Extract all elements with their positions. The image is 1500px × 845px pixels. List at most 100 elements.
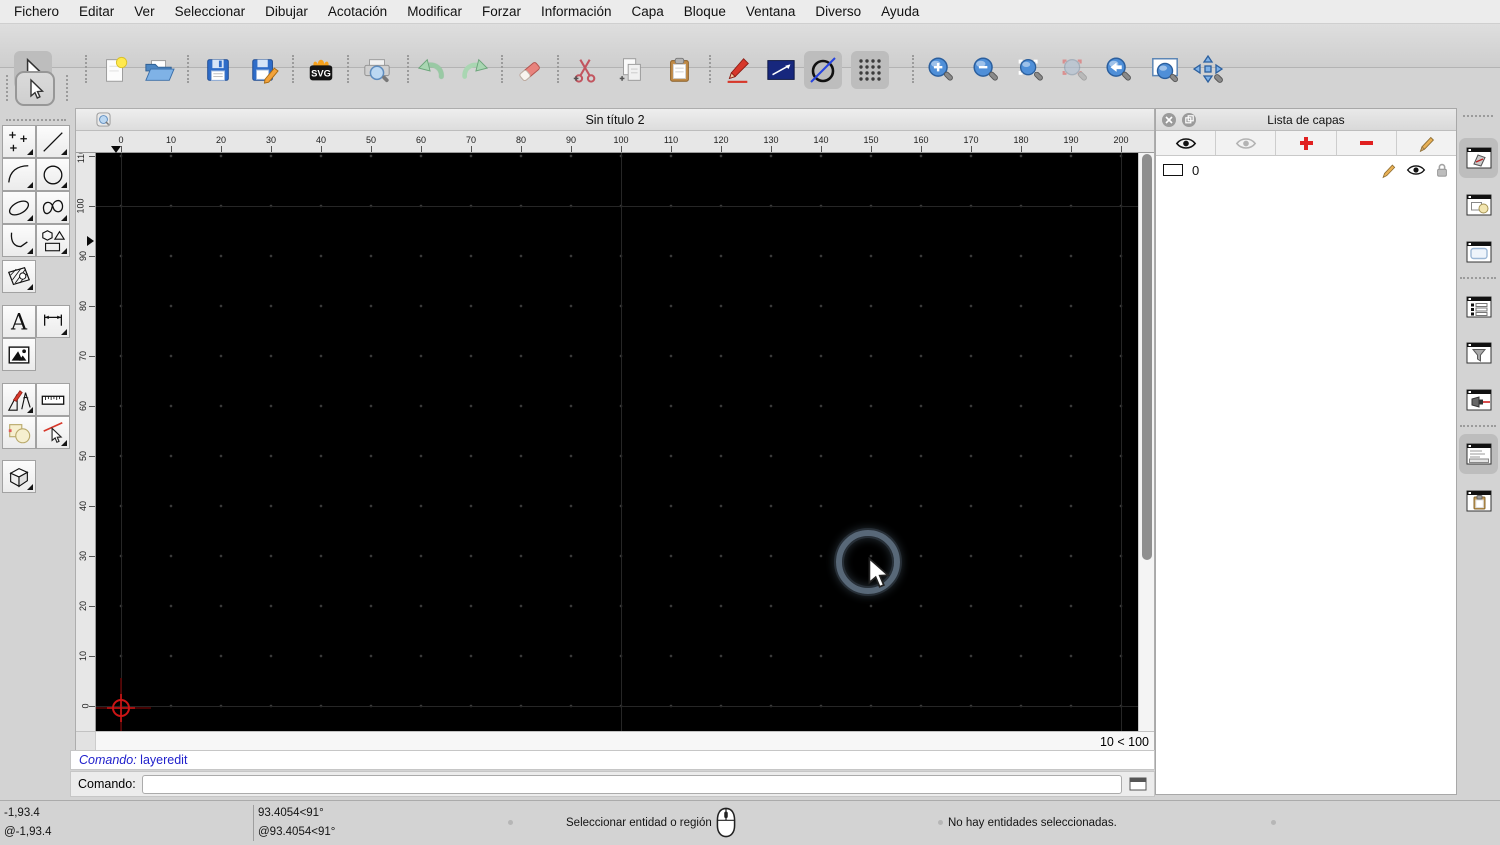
panel-float-button[interactable] <box>1182 112 1196 127</box>
redo-button[interactable] <box>456 51 494 89</box>
grid-toggle-button[interactable] <box>851 51 889 89</box>
vertical-scrollbar-thumb[interactable] <box>1142 154 1152 560</box>
relative-polar-coordinate: @93.4054<91° <box>258 826 336 838</box>
command-history: Comando: layeredit <box>70 750 1155 770</box>
zoom-auto-button[interactable] <box>1011 51 1049 89</box>
remove-layer-button[interactable] <box>1337 131 1397 155</box>
menu-item-seleccionar[interactable]: Seleccionar <box>165 0 256 24</box>
menu-item-bloque[interactable]: Bloque <box>674 0 736 24</box>
zoom-selection-button[interactable] <box>1055 51 1093 89</box>
layer-row[interactable]: 0 <box>1156 160 1456 180</box>
show-all-layers-button[interactable] <box>1156 131 1217 155</box>
layer-lock-icon[interactable] <box>1435 162 1449 178</box>
menu-item-acotacion[interactable]: Acotación <box>318 0 397 24</box>
dimension-tool-icon <box>43 314 63 326</box>
current-action-pointer-button[interactable] <box>15 71 55 106</box>
vertical-scrollbar[interactable] <box>1138 153 1154 731</box>
save-button[interactable] <box>199 51 237 89</box>
text-tool-icon: A <box>10 309 28 335</box>
menu-item-informacion[interactable]: Información <box>531 0 622 24</box>
menu-item-diverso[interactable]: Diverso <box>805 0 871 24</box>
circle-tool-button[interactable] <box>36 158 70 191</box>
ruler-icon <box>41 395 65 405</box>
toggle-block-list-button[interactable] <box>1459 185 1498 225</box>
polyline-tool-button[interactable] <box>2 224 36 257</box>
toggle-clipboard-button[interactable] <box>1459 481 1498 521</box>
spline-tool-button[interactable] <box>36 191 70 224</box>
menu-item-ayuda[interactable]: Ayuda <box>871 0 929 24</box>
copy-button[interactable] <box>612 51 650 89</box>
library-browser-window-icon <box>1466 241 1491 263</box>
print-preview-button[interactable] <box>358 51 396 89</box>
paste-button[interactable] <box>660 51 698 89</box>
points-tool-button[interactable] <box>2 125 36 158</box>
command-console-toggle-button[interactable] <box>1127 776 1149 793</box>
add-layer-button[interactable] <box>1276 131 1337 155</box>
command-input[interactable] <box>141 774 1122 794</box>
open-file-button[interactable] <box>140 51 178 89</box>
v-ruler-tick: 70 <box>78 351 95 361</box>
selection-tool-button[interactable] <box>2 416 36 449</box>
ellipse-tool-icon <box>8 199 30 216</box>
toggle-layer-list-button[interactable] <box>1459 138 1498 178</box>
horizontal-ruler: 0 10 20 30 40 50 60 70 80 90 100 110 120 130 140 150 160… <box>96 131 1154 153</box>
hatch-tool-button[interactable] <box>2 260 36 293</box>
draw-pen-button[interactable] <box>718 51 756 89</box>
modify-tool-button[interactable] <box>36 416 70 449</box>
document-titlebar[interactable]: Sin título 2 <box>76 109 1154 131</box>
menu-item-modificar[interactable]: Modificar <box>397 0 472 24</box>
zoom-selection-icon <box>1062 59 1087 81</box>
menu-item-dibujar[interactable]: Dibujar <box>255 0 318 24</box>
text-tool-button[interactable]: A <box>2 305 36 338</box>
edit-layer-button[interactable] <box>1397 131 1456 155</box>
zoom-window-button[interactable] <box>1146 51 1184 89</box>
drawing-canvas[interactable] <box>96 153 1138 731</box>
menu-item-forzar[interactable]: Forzar <box>472 0 531 24</box>
toggle-relative-zero-button[interactable] <box>1459 380 1498 420</box>
menu-item-ver[interactable]: Ver <box>124 0 164 24</box>
zoom-in-icon <box>928 57 953 81</box>
line-attributes-icon <box>767 60 795 80</box>
ellipse-tool-button[interactable] <box>2 191 36 224</box>
arc-tool-button[interactable] <box>2 158 36 191</box>
line-tool-button[interactable] <box>36 125 70 158</box>
erase-button[interactable] <box>511 51 549 89</box>
layer-list-panel: Lista de capas 0 <box>1155 108 1457 795</box>
menu-item-ventana[interactable]: Ventana <box>736 0 806 24</box>
zoom-previous-button[interactable] <box>1099 51 1137 89</box>
layer-color-swatch[interactable] <box>1163 164 1183 176</box>
line-attributes-button[interactable] <box>762 51 800 89</box>
dock-separator <box>1460 277 1496 279</box>
menu-item-capa[interactable]: Capa <box>622 0 674 24</box>
image-tool-icon <box>8 345 30 364</box>
menu-item-editar[interactable]: Editar <box>69 0 124 24</box>
panel-close-button[interactable] <box>1162 112 1176 127</box>
cut-button[interactable] <box>566 51 604 89</box>
image-tool-button[interactable] <box>2 338 36 371</box>
dimension-tool-button[interactable] <box>36 305 70 338</box>
undo-button[interactable] <box>412 51 450 89</box>
3d-box-tool-button[interactable] <box>2 460 36 493</box>
status-dot <box>938 820 943 825</box>
svg-export-button[interactable]: SVG <box>302 51 340 89</box>
zoom-in-button[interactable] <box>921 51 959 89</box>
layer-visibility-eye-icon[interactable] <box>1406 163 1426 177</box>
cad-tools-button[interactable] <box>2 383 36 416</box>
new-document-button[interactable] <box>96 51 134 89</box>
toggle-command-line-button[interactable] <box>1459 434 1498 474</box>
measure-tool-button[interactable] <box>36 383 70 416</box>
polyline-tool-icon <box>10 232 28 247</box>
eraser-icon <box>519 62 540 81</box>
hide-all-layers-button[interactable] <box>1216 131 1277 155</box>
draft-mode-button[interactable] <box>804 51 842 89</box>
main-toolbar: SVG <box>0 24 1500 89</box>
zoom-pan-button[interactable] <box>1189 51 1227 89</box>
toggle-entity-list-button[interactable] <box>1459 287 1498 327</box>
save-as-button[interactable] <box>245 51 283 89</box>
menu-item-fichero[interactable]: Fichero <box>4 0 69 24</box>
shapes-tool-button[interactable] <box>36 224 70 257</box>
toggle-library-browser-button[interactable] <box>1459 232 1498 272</box>
layer-edit-pencil-icon[interactable] <box>1380 162 1397 179</box>
toggle-selection-filter-button[interactable] <box>1459 333 1498 373</box>
zoom-out-button[interactable] <box>966 51 1004 89</box>
